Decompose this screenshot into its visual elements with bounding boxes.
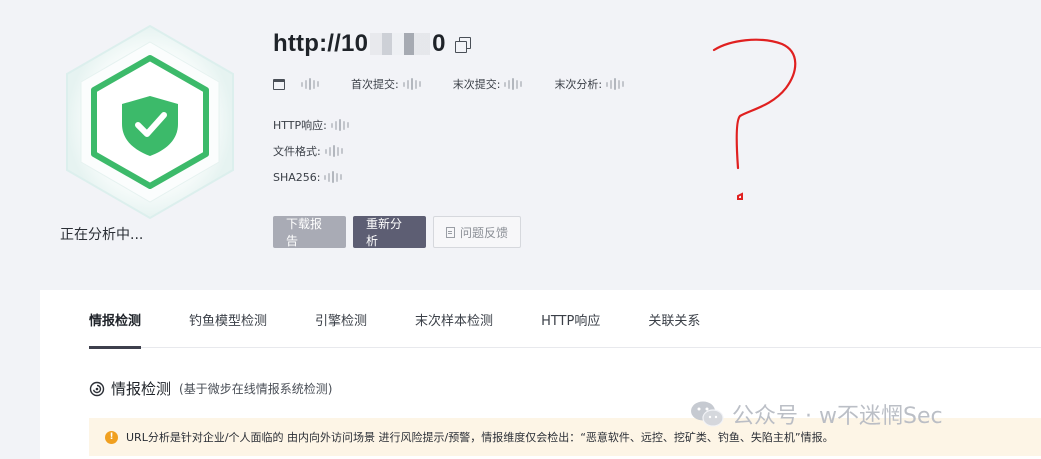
question-mark-annotation xyxy=(712,38,797,200)
report-header: 正在分析中... http://10 0 首次提交: 末次提交: 末次分析: H… xyxy=(0,0,1041,290)
feedback-button[interactable]: 问题反馈 xyxy=(433,216,521,248)
section-subtitle: (基于微步在线情报系统检测) xyxy=(179,382,333,396)
notice-text: URL分析是针对企业/个人面临的 由内向外访问场景 进行风险提示/预警，情报维度… xyxy=(126,431,834,444)
meta-window xyxy=(273,78,319,90)
tab-intel-detection[interactable]: 情报检测 xyxy=(89,290,142,349)
wechat-icon xyxy=(691,401,724,427)
meta-first-submit: 首次提交: xyxy=(351,76,421,92)
url-prefix: http://10 xyxy=(273,30,369,57)
watermark: 公众号 · w不迷惘Sec xyxy=(690,398,943,430)
redacted-mask xyxy=(370,33,431,55)
tab-relations[interactable]: 关联关系 xyxy=(648,290,700,348)
redacted-mask xyxy=(402,78,421,90)
meta-last-submit: 末次提交: xyxy=(453,76,523,92)
section-header: 情报检测 (基于微步在线情报系统检测) xyxy=(89,378,332,399)
detail-label: 文件格式: xyxy=(273,145,321,158)
action-bar: 下载报告 重新分析 问题反馈 xyxy=(273,216,521,248)
feedback-button-label: 问题反馈 xyxy=(460,225,509,240)
meta-last-analysis: 末次分析: xyxy=(554,76,625,92)
redacted-mask xyxy=(324,145,343,157)
watermark-text: 公众号 · w不迷惘Sec xyxy=(732,404,943,429)
download-report-button[interactable]: 下载报告 xyxy=(273,216,346,248)
spiral-icon xyxy=(89,381,105,396)
redacted-mask xyxy=(504,78,523,90)
detail-file-format: 文件格式: xyxy=(273,143,349,159)
window-icon xyxy=(273,78,285,90)
detail-http-response: HTTP响应: xyxy=(273,117,349,133)
redacted-mask xyxy=(301,78,319,90)
url-title: http://10 0 xyxy=(273,30,471,58)
url-suffix: 0 xyxy=(432,30,446,57)
section-title: 情报检测 xyxy=(111,380,172,398)
report-panel: 情报检测 钓鱼模型检测 引擎检测 末次样本检测 HTTP响应 关联关系 情报检测… xyxy=(40,290,1041,459)
detail-list: HTTP响应: 文件格式: SHA256: xyxy=(273,117,349,195)
redacted-mask xyxy=(324,171,343,183)
copy-icon[interactable] xyxy=(454,36,471,53)
shield-check-icon xyxy=(66,24,234,220)
analysis-status: 正在分析中... xyxy=(60,227,144,243)
detail-label: SHA256: xyxy=(273,170,321,184)
document-icon xyxy=(446,226,455,238)
tab-phishing-model[interactable]: 钓鱼模型检测 xyxy=(189,290,267,348)
redacted-mask xyxy=(606,78,625,90)
detail-label: HTTP响应: xyxy=(273,119,327,132)
safety-badge xyxy=(50,22,250,222)
tab-engine-detection[interactable]: 引擎检测 xyxy=(315,290,367,348)
reanalyze-button[interactable]: 重新分析 xyxy=(353,216,426,248)
meta-label: 首次提交: xyxy=(351,78,399,91)
tab-http-response[interactable]: HTTP响应 xyxy=(541,290,600,348)
meta-label: 末次分析: xyxy=(554,78,603,91)
redacted-mask xyxy=(330,119,349,131)
submission-meta: 首次提交: 末次提交: 末次分析: xyxy=(273,76,656,92)
meta-label: 末次提交: xyxy=(452,78,501,91)
detail-sha256: SHA256: xyxy=(273,169,349,185)
tab-last-sample[interactable]: 末次样本检测 xyxy=(415,290,493,348)
report-tabs: 情报检测 钓鱼模型检测 引擎检测 末次样本检测 HTTP响应 关联关系 xyxy=(89,290,1041,349)
warning-icon: ! xyxy=(105,430,118,444)
